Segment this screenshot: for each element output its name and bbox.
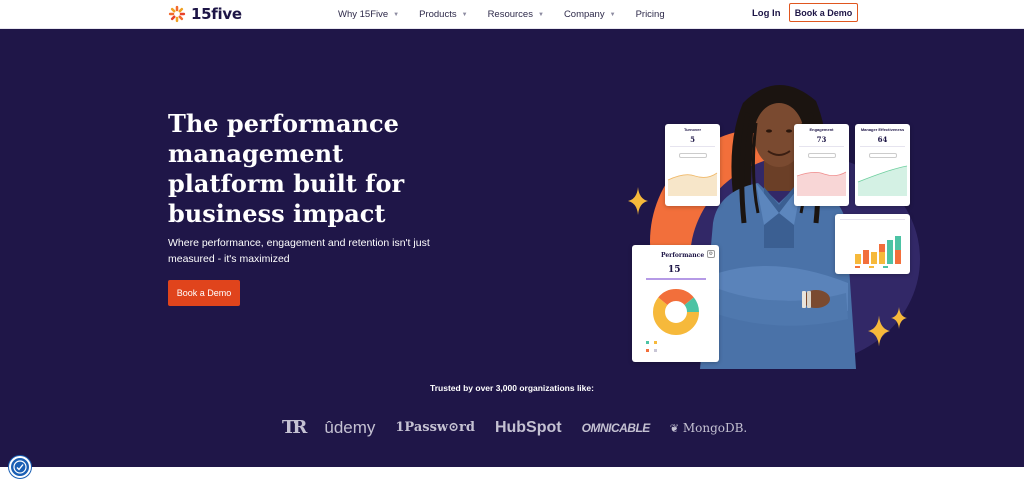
- logo-thomson-reuters: TR: [282, 417, 307, 438]
- logo-1password: 1Passw⊙rd: [395, 420, 475, 435]
- engagement-card-title: Engagement: [809, 127, 834, 132]
- turnover-card: Turnover 5: [665, 124, 720, 206]
- customer-logos: TR ûdemy 1Passw⊙rd HubSpot OMNICABLE ❦ M…: [282, 417, 747, 438]
- logo-mongodb: ❦ MongoDB.: [670, 421, 747, 435]
- engagement-card: Engagement 73: [794, 124, 849, 206]
- menu-item-label: Why 15Five: [338, 9, 389, 20]
- card-line: [670, 146, 715, 147]
- legend-item: [654, 349, 658, 353]
- logo-hubspot: HubSpot: [494, 418, 562, 436]
- nav-book-demo-button[interactable]: Book a Demo: [789, 3, 858, 22]
- stacked-bar-chart: [855, 236, 901, 268]
- accessibility-icon: [13, 460, 27, 474]
- performance-legend: [646, 341, 658, 345]
- site-logo[interactable]: 15five: [168, 4, 242, 24]
- chevron-down-icon: ▼: [609, 11, 616, 18]
- manager-card-value: 64: [877, 135, 888, 144]
- bar-chart-card: [835, 214, 910, 274]
- menu-item-why-15five[interactable]: Why 15Five ▼: [338, 9, 399, 20]
- hero-book-demo-button[interactable]: Book a Demo: [168, 280, 240, 306]
- menu-item-company[interactable]: Company ▼: [564, 9, 616, 20]
- top-navigation: 15five Why 15Five ▼ Products ▼ Resources…: [0, 0, 1024, 29]
- manager-chart: [857, 165, 908, 196]
- sparkle-icon: [868, 315, 890, 347]
- menu-item-products[interactable]: Products ▼: [419, 9, 467, 20]
- performance-legend: [646, 349, 658, 353]
- chevron-down-icon: ▼: [537, 11, 544, 18]
- menu-item-label: Pricing: [635, 9, 665, 20]
- menu-item-resources[interactable]: Resources ▼: [488, 9, 544, 20]
- gear-icon: ⚙: [707, 250, 715, 258]
- chevron-down-icon: ▼: [393, 11, 400, 18]
- turnover-card-value: 5: [690, 135, 695, 144]
- logo-omnicable: OMNICABLE: [581, 420, 651, 435]
- menu-item-label: Resources: [487, 9, 533, 20]
- performance-donut-chart: [653, 289, 699, 335]
- logo-mongodb-text: MongoDB.: [682, 420, 748, 435]
- turnover-chart: [667, 172, 718, 196]
- performance-card: Performance ⚙ 15: [632, 245, 719, 362]
- main-menu: Why 15Five ▼ Products ▼ Resources ▼ Comp…: [338, 0, 685, 29]
- sparkle-icon: [628, 187, 648, 215]
- manager-effectiveness-card: Manager Effectiveness 64: [855, 124, 910, 206]
- hero-illustration: Turnover 5 Engagement 73 Manager Effecti…: [620, 69, 920, 369]
- card-line: [799, 146, 844, 147]
- sparkle-icon: [891, 307, 907, 329]
- performance-card-value: 15: [668, 265, 681, 275]
- starburst-logo-icon: [168, 5, 186, 23]
- manager-card-title: Manager Effectiveness: [860, 127, 905, 132]
- trusted-by-label: Trusted by over 3,000 organizations like…: [430, 383, 594, 393]
- engagement-card-value: 73: [816, 135, 827, 144]
- performance-card-subtext: [646, 278, 706, 280]
- performance-card-title: Performance: [661, 252, 705, 259]
- hero-headline: The performance management platform buil…: [168, 109, 405, 228]
- legend-item: [646, 349, 650, 353]
- login-link[interactable]: Log In: [752, 8, 781, 19]
- turnover-card-title: Turnover: [683, 127, 702, 132]
- legend-item: [654, 341, 658, 345]
- menu-item-label: Products: [419, 9, 457, 20]
- leaf-icon: ❦: [669, 421, 679, 435]
- logo-text: 15five: [191, 5, 242, 23]
- menu-item-label: Company: [563, 9, 605, 20]
- menu-item-pricing[interactable]: Pricing: [636, 9, 665, 20]
- hero-section: The performance management platform buil…: [0, 29, 1024, 467]
- person-photo: [700, 84, 856, 369]
- chevron-down-icon: ▼: [461, 11, 468, 18]
- logo-udemy: ûdemy: [324, 417, 376, 437]
- legend-item: [646, 341, 650, 345]
- hero-subheadline: Where performance, engagement and retent…: [168, 237, 430, 265]
- accessibility-button[interactable]: [9, 456, 31, 478]
- card-line: [860, 146, 905, 147]
- engagement-chart: [796, 171, 847, 196]
- card-line: [840, 219, 905, 220]
